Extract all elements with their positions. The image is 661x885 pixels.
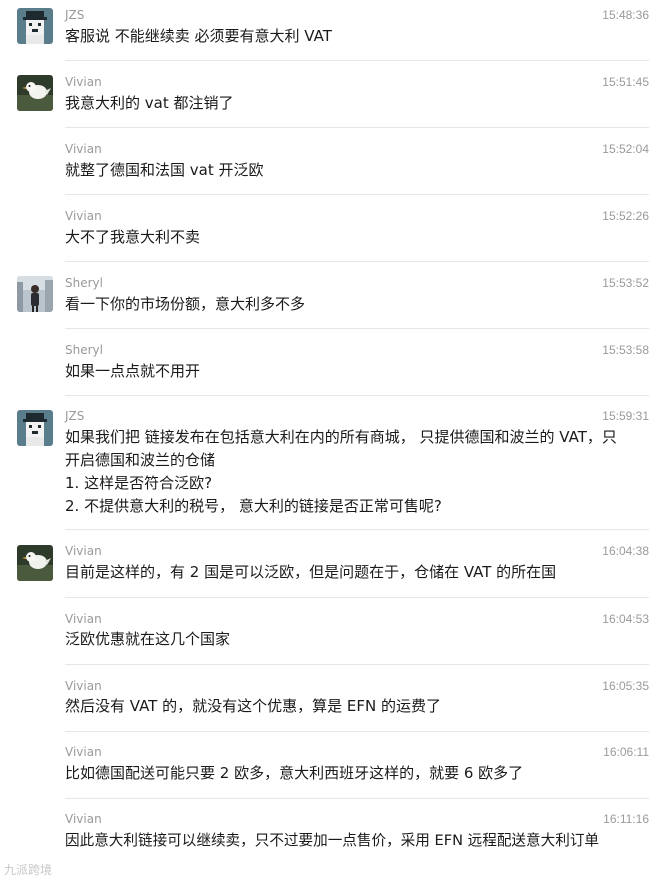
sender-name: Vivian [65, 679, 102, 693]
sender-name: Vivian [65, 544, 102, 558]
message-time: 15:52:26 [602, 209, 649, 223]
message-time: 15:53:52 [602, 276, 649, 290]
sender-name: Sheryl [65, 276, 103, 290]
sender-name: Vivian [65, 745, 102, 759]
message-divider [65, 328, 649, 329]
message-divider [65, 127, 649, 128]
message-text[interactable]: 客服说 不能继续卖 必须要有意大利 VAT [65, 25, 653, 48]
message-text[interactable]: 目前是这样的，有 2 国是可以泛欧，但是问题在于，仓储在 VAT 的所在国 [65, 561, 653, 584]
message-divider [65, 194, 649, 195]
watermark: 九派跨境 [4, 861, 52, 878]
sender-name: Vivian [65, 75, 102, 89]
message-text[interactable]: 看一下你的市场份额，意大利多不多 [65, 293, 653, 316]
message-divider [65, 798, 649, 799]
message-time: 16:04:38 [602, 544, 649, 558]
message-text[interactable]: 就整了德国和法国 vat 开泛欧 [65, 159, 653, 182]
sender-name: JZS [65, 8, 85, 22]
message-time: 16:05:35 [602, 679, 649, 693]
vivian-avatar-icon[interactable] [17, 75, 53, 111]
message-text[interactable]: 因此意大利链接可以继续卖，只不过要加一点售价，采用 EFN 远程配送意大利订单 [65, 829, 653, 852]
sender-name: Sheryl [65, 343, 103, 357]
message-time: 15:51:45 [602, 75, 649, 89]
message-text[interactable]: 如果我们把 链接发布在包括意大利在内的所有商城， 只提供德国和波兰的 VAT，只… [65, 426, 653, 518]
vivian-avatar-icon[interactable] [17, 545, 53, 581]
message-text[interactable]: 比如德国配送可能只要 2 欧多，意大利西班牙这样的，就要 6 欧多了 [65, 762, 653, 785]
message-text[interactable]: 然后没有 VAT 的，就没有这个优惠，算是 EFN 的运费了 [65, 695, 653, 718]
message-divider [65, 261, 649, 262]
message-text[interactable]: 大不了我意大利不卖 [65, 226, 653, 249]
jzs-avatar-icon[interactable] [17, 8, 53, 44]
message-text[interactable]: 我意大利的 vat 都注销了 [65, 92, 653, 115]
message-time: 15:52:04 [602, 142, 649, 156]
message-divider [65, 597, 649, 598]
message-time: 15:53:58 [602, 343, 649, 357]
message-divider [65, 529, 649, 530]
message-time: 16:04:53 [602, 612, 649, 626]
message-divider [65, 60, 649, 61]
message-text[interactable]: 泛欧优惠就在这几个国家 [65, 628, 653, 651]
sender-name: JZS [65, 409, 85, 423]
sender-name: Vivian [65, 612, 102, 626]
message-time: 16:11:16 [603, 812, 649, 826]
message-time: 15:48:36 [602, 8, 649, 22]
sender-name: Vivian [65, 142, 102, 156]
message-divider [65, 731, 649, 732]
message-time: 15:59:31 [602, 409, 649, 423]
message-time: 16:06:11 [603, 745, 649, 759]
sheryl-avatar-icon[interactable] [17, 276, 53, 312]
message-text[interactable]: 如果一点点就不用开 [65, 360, 653, 383]
message-divider [65, 664, 649, 665]
watermark-text: 九派跨境 [4, 863, 53, 877]
message-divider [65, 395, 649, 396]
sender-name: Vivian [65, 209, 102, 223]
sender-name: Vivian [65, 812, 102, 826]
jzs-avatar-icon[interactable] [17, 410, 53, 446]
